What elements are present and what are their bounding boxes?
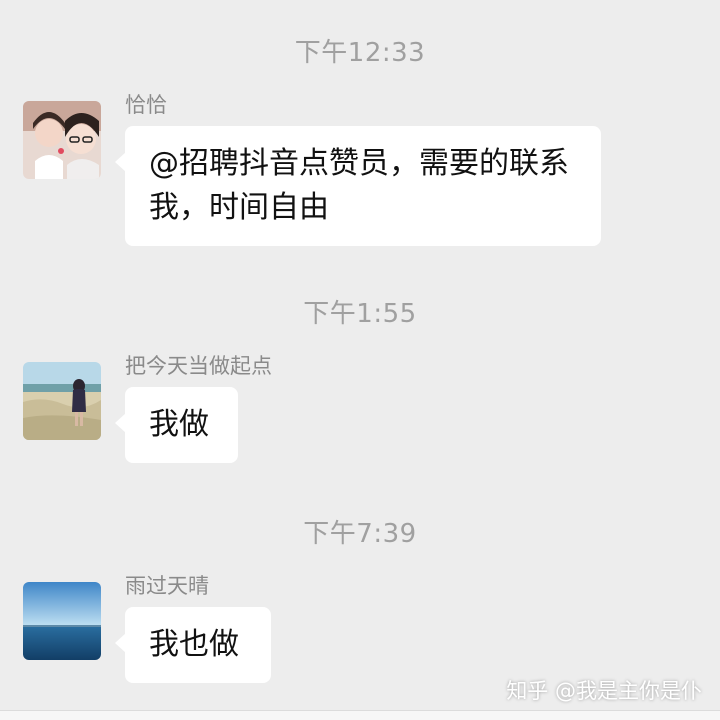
chat-window: 下午12:33 恰恰 @招聘抖音点赞员，需要的联系我，时间自由 下午1:55 把…	[0, 0, 720, 720]
message-bubble[interactable]: @招聘抖音点赞员，需要的联系我，时间自由	[115, 126, 601, 246]
watermark: 知乎 @我是主你是仆	[506, 679, 702, 703]
timestamp: 下午12:33	[294, 38, 426, 68]
sender-name: 恰恰	[125, 93, 167, 117]
message-bubble[interactable]: 我也做	[115, 607, 271, 683]
avatar[interactable]	[23, 362, 101, 440]
message-bubble[interactable]: 我做	[115, 387, 238, 463]
input-bar-edge	[0, 710, 720, 720]
message-text: @招聘抖音点赞员，需要的联系我，时间自由	[149, 146, 569, 225]
two-girls-photo-avatar-icon	[23, 101, 101, 179]
sender-name: 雨过天晴	[125, 574, 209, 598]
message-text: 我也做	[149, 627, 239, 662]
sea-sky-photo-avatar-icon	[23, 582, 101, 660]
girl-in-field-photo-avatar-icon	[23, 362, 101, 440]
timestamp: 下午1:55	[303, 299, 417, 329]
sender-name: 把今天当做起点	[125, 354, 272, 378]
timestamp: 下午7:39	[303, 519, 417, 549]
avatar[interactable]	[23, 582, 101, 660]
avatar[interactable]	[23, 101, 101, 179]
message-text: 我做	[149, 407, 209, 442]
